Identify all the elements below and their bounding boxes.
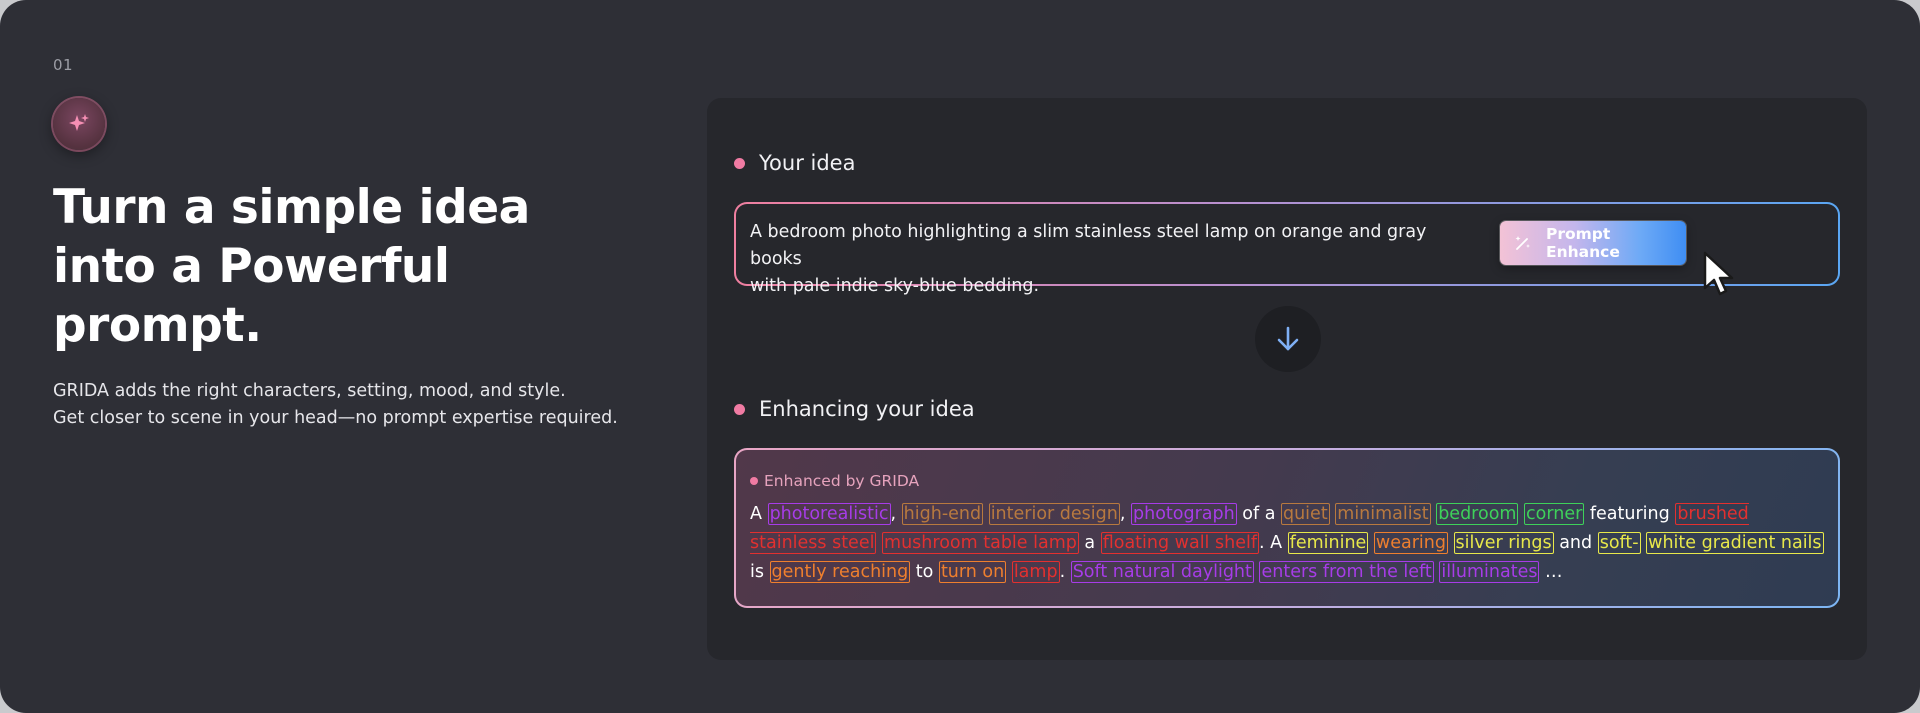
keyword-tag-orange: gently reaching: [769, 561, 911, 583]
keyword-tag-red: lamp: [1011, 561, 1060, 583]
enhanced-badge: Enhanced by GRIDA: [750, 472, 1824, 490]
keyword-tag-yellow: silver rings: [1453, 532, 1554, 554]
plain-text: A: [750, 504, 762, 524]
keyword-tag-purple: illuminates: [1439, 561, 1540, 583]
plain-text: of a: [1236, 504, 1281, 524]
plain-text: and: [1553, 533, 1598, 553]
sparkle-icon: [69, 114, 89, 131]
enhanced-output-box: Enhanced by GRIDA A photorealistic, high…: [734, 448, 1840, 608]
bullet-dot: [734, 403, 745, 415]
arrow-divider: [1255, 306, 1321, 372]
hero-title-line: prompt.: [53, 298, 262, 353]
prompt-enhance-button[interactable]: Prompt Enhance: [1500, 221, 1686, 265]
keyword-tag-brown: high-end: [901, 503, 984, 525]
keyword-tag-red: floating wall shelf: [1100, 532, 1259, 554]
idea-text[interactable]: A bedroom photo highlighting a slim stai…: [750, 219, 1480, 300]
keyword-tag-purple: enters from the left: [1259, 561, 1434, 583]
mouse-cursor-icon: [1703, 251, 1734, 296]
sparkle-badge: [53, 98, 105, 150]
hero-description-line: Get closer to scene in your head—no prom…: [53, 408, 618, 428]
keyword-tag-yellow: feminine: [1287, 532, 1369, 554]
keyword-tag-red: mushroom table lamp: [882, 532, 1079, 554]
keyword-tag-yellow: soft-: [1597, 532, 1641, 554]
keyword-tag-brown: quiet: [1280, 503, 1330, 525]
demo-panel: Your idea A bedroom photo highlighting a…: [707, 98, 1867, 660]
keyword-tag-green: corner: [1524, 503, 1585, 525]
enhanced-badge-label: Enhanced by GRIDA: [764, 472, 920, 490]
plain-text: to: [910, 562, 939, 582]
idea-input-box[interactable]: A bedroom photo highlighting a slim stai…: [734, 202, 1840, 296]
plain-text: …: [1539, 562, 1563, 582]
step-number: 01: [53, 56, 74, 74]
keyword-tag-brown: interior design: [988, 503, 1120, 525]
keyword-tag-yellow: white gradient nails: [1646, 532, 1824, 554]
hero-description: GRIDA adds the right characters, setting…: [53, 378, 673, 432]
idea-text-line: A bedroom photo highlighting a slim stai…: [750, 222, 1427, 269]
arrow-down-icon: [1277, 326, 1299, 351]
prompt-enhance-label: Prompt Enhance: [1546, 225, 1620, 261]
plain-text: [1448, 533, 1454, 553]
idea-section-label: Your idea: [734, 151, 855, 175]
keyword-tag-brown: minimalist: [1335, 503, 1431, 525]
feature-card: 01 Turn a simple idea into a Powerful pr…: [0, 0, 1920, 713]
hero-description-line: GRIDA adds the right characters, setting…: [53, 381, 566, 401]
idea-section-title: Your idea: [759, 151, 856, 175]
plain-text: [762, 504, 768, 524]
enhance-section-title: Enhancing your idea: [759, 397, 975, 421]
keyword-tag-green: bedroom: [1436, 503, 1519, 525]
keyword-tag-orange: turn on: [938, 561, 1007, 583]
keyword-tag-orange: wearing: [1373, 532, 1448, 554]
idea-text-line: with pale indie sky-blue bedding.: [750, 276, 1040, 296]
keyword-tag-purple: Soft natural daylight: [1070, 561, 1254, 583]
plain-text: featuring: [1584, 504, 1676, 524]
hero-title: Turn a simple idea into a Powerful promp…: [53, 178, 553, 355]
plain-text: [983, 504, 989, 524]
hero-title-line: into a Powerful: [53, 239, 450, 294]
plain-text: ,: [890, 504, 902, 524]
plain-text: ,: [1119, 504, 1131, 524]
enhance-section-label: Enhancing your idea: [734, 397, 975, 421]
bullet-dot: [734, 157, 745, 169]
plain-text: .: [1059, 562, 1071, 582]
plain-text: a: [1078, 533, 1101, 553]
bullet-dot: [750, 477, 758, 485]
plain-text: . A: [1258, 533, 1288, 553]
plain-text: is: [750, 562, 770, 582]
plain-text: [1006, 562, 1012, 582]
keyword-tag-purple: photograph: [1131, 503, 1237, 525]
magic-wand-icon: [1514, 234, 1532, 252]
keyword-tag-purple: photorealistic: [767, 503, 891, 525]
enhanced-prompt-text: A photorealistic, high-end interior desi…: [750, 500, 1830, 587]
hero-title-line: Turn a simple idea: [53, 180, 530, 235]
